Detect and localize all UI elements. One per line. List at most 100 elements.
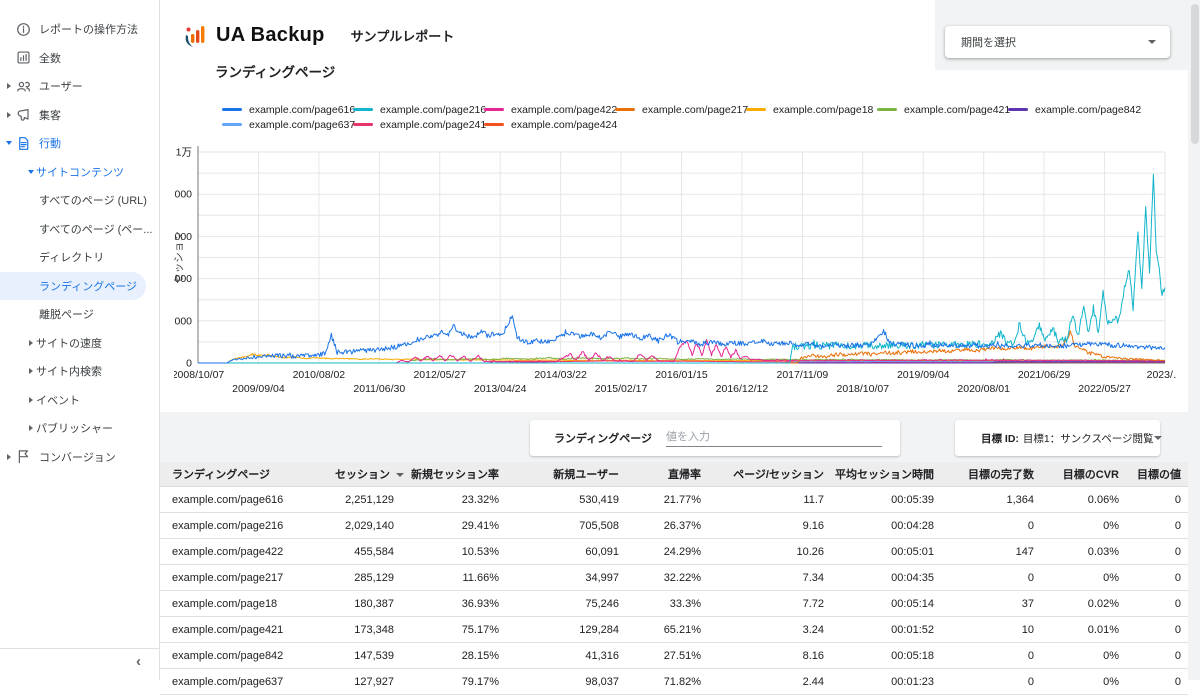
column-header[interactable]: 直帰率 bbox=[626, 462, 708, 487]
sidebar-item-landing-pages[interactable]: ランディングページ bbox=[0, 272, 146, 301]
goal-select-value: 目標1：サンクスページ閲覧 bbox=[1023, 431, 1154, 446]
scrollbar-thumb[interactable] bbox=[1191, 4, 1199, 144]
collapse-sidebar-button[interactable]: ‹ bbox=[136, 653, 141, 670]
legend-item[interactable]: example.com/page216 bbox=[353, 102, 484, 117]
sidebar-item-exit-pages[interactable]: 離脱ページ bbox=[0, 300, 159, 329]
legend-swatch bbox=[484, 123, 504, 126]
chart-section: example.com/page616example.com/page216ex… bbox=[160, 92, 1190, 412]
chevron-right-icon bbox=[26, 397, 36, 403]
column-header[interactable]: 目標の完了数 bbox=[941, 462, 1041, 487]
column-header[interactable]: ランディングページ bbox=[160, 462, 335, 487]
sidebar-item-all-pages-url[interactable]: すべてのページ (URL) bbox=[0, 186, 159, 215]
metric-cell: 11.7 bbox=[708, 487, 831, 513]
filter-label: ランディングページ bbox=[554, 430, 652, 446]
legend-item[interactable]: example.com/page421 bbox=[877, 102, 1008, 117]
sidebar-item-site-content[interactable]: サイトコンテンツ bbox=[0, 158, 159, 187]
metric-cell: 00:01:52 bbox=[831, 617, 941, 643]
landing-page-cell: example.com/page216 bbox=[160, 513, 335, 539]
svg-text:2015/02/17: 2015/02/17 bbox=[595, 383, 648, 395]
legend-item[interactable]: example.com/page241 bbox=[353, 117, 484, 132]
metric-cell: 3.24 bbox=[708, 617, 831, 643]
column-header[interactable]: 新規セッション率 bbox=[401, 462, 506, 487]
svg-text:2011/06/30: 2011/06/30 bbox=[353, 383, 405, 395]
column-header[interactable]: ページ/セッション bbox=[708, 462, 831, 487]
legend-label: example.com/page422 bbox=[511, 104, 617, 116]
chevron-down-icon bbox=[1154, 436, 1162, 440]
svg-text:2023/…: 2023/… bbox=[1147, 369, 1176, 381]
svg-text:2017/11/09: 2017/11/09 bbox=[776, 369, 828, 381]
metric-cell: 10.26 bbox=[708, 539, 831, 565]
metric-cell: 0.01% bbox=[1041, 617, 1126, 643]
metric-cell: 00:04:28 bbox=[831, 513, 941, 539]
svg-text:2016/12/12: 2016/12/12 bbox=[716, 383, 769, 395]
landing-page-cell: example.com/page18 bbox=[160, 591, 335, 617]
column-header[interactable]: 平均セッション時間 bbox=[831, 462, 941, 487]
column-header[interactable]: 目標の値 bbox=[1126, 462, 1188, 487]
metric-cell: 0.02% bbox=[1041, 591, 1126, 617]
column-header[interactable]: 目標のCVR bbox=[1041, 462, 1126, 487]
metric-cell: 11.66% bbox=[401, 565, 506, 591]
sidebar-item-events[interactable]: イベント bbox=[0, 386, 159, 415]
sidebar-footer: ‹ bbox=[0, 648, 159, 680]
sidebar-item-conversions[interactable]: コンバージョン bbox=[0, 443, 159, 472]
metric-cell: 37 bbox=[941, 591, 1041, 617]
legend-item[interactable]: example.com/page217 bbox=[615, 102, 746, 117]
sidebar-item-label: 集客 bbox=[39, 107, 61, 123]
sidebar-item-site-speed[interactable]: サイトの速度 bbox=[0, 329, 159, 358]
sidebar-item-all-pages-title[interactable]: すべてのページ (ペー... bbox=[0, 215, 159, 244]
metric-cell: 0 bbox=[1126, 539, 1188, 565]
flag-icon bbox=[16, 449, 31, 464]
sidebar-item-label: ランディングページ bbox=[39, 278, 137, 294]
metric-cell: 705,508 bbox=[506, 513, 626, 539]
legend-item[interactable]: example.com/page422 bbox=[484, 102, 615, 117]
sidebar-item-totals[interactable]: 全数 bbox=[0, 44, 159, 73]
sidebar-item-publisher[interactable]: パブリッシャー bbox=[0, 414, 159, 443]
metric-cell: 34,997 bbox=[506, 565, 626, 591]
table-row: example.com/page421173,34875.17%129,2846… bbox=[160, 617, 1188, 643]
column-header[interactable]: セッション bbox=[335, 462, 401, 487]
legend-swatch bbox=[877, 108, 897, 111]
filter-value-input[interactable] bbox=[666, 429, 882, 447]
landing-pages-table: ランディングページセッション新規セッション率新規ユーザー直帰率ページ/セッション… bbox=[160, 462, 1188, 695]
sidebar-item-users[interactable]: ユーザー bbox=[0, 72, 159, 101]
sort-desc-icon bbox=[396, 473, 404, 477]
legend-item[interactable]: example.com/page424 bbox=[484, 117, 615, 132]
legend-label: example.com/page842 bbox=[1035, 104, 1141, 116]
users-icon bbox=[16, 79, 31, 94]
landing-page-cell: example.com/page421 bbox=[160, 617, 335, 643]
landing-page-cell: example.com/page616 bbox=[160, 487, 335, 513]
sidebar-item-how-to[interactable]: レポートの操作方法 bbox=[0, 15, 159, 44]
metric-cell: 0% bbox=[1041, 669, 1126, 695]
sidebar-item-acquisition[interactable]: 集客 bbox=[0, 101, 159, 130]
chevron-right-icon bbox=[26, 340, 36, 346]
period-select[interactable]: 期間を選択 bbox=[945, 26, 1170, 58]
right-gutter bbox=[1188, 0, 1200, 680]
legend-item[interactable]: example.com/page616 bbox=[222, 102, 353, 117]
svg-text:2013/04/24: 2013/04/24 bbox=[474, 383, 527, 395]
metric-cell: 1,364 bbox=[941, 487, 1041, 513]
chevron-right-icon bbox=[26, 425, 36, 431]
legend-item[interactable]: example.com/page18 bbox=[746, 102, 877, 117]
column-header[interactable]: 新規ユーザー bbox=[506, 462, 626, 487]
sidebar-item-site-search[interactable]: サイト内検索 bbox=[0, 357, 159, 386]
filter-band: ランディングページ 目標 ID: 目標1：サンクスページ閲覧 bbox=[160, 412, 1188, 462]
goal-select[interactable]: 目標 ID: 目標1：サンクスページ閲覧 bbox=[955, 420, 1160, 456]
sidebar-item-label: イベント bbox=[36, 392, 80, 408]
sidebar-item-directory[interactable]: ディレクトリ bbox=[0, 243, 159, 272]
table-row: example.com/page6162,251,12923.32%530,41… bbox=[160, 487, 1188, 513]
metric-cell: 2,251,129 bbox=[335, 487, 401, 513]
svg-text:2009/09/04: 2009/09/04 bbox=[232, 383, 285, 395]
sidebar-item-label: 離脱ページ bbox=[39, 306, 94, 322]
legend-item[interactable]: example.com/page842 bbox=[1008, 102, 1139, 117]
legend-label: example.com/page424 bbox=[511, 119, 617, 131]
legend-item[interactable]: example.com/page637 bbox=[222, 117, 353, 132]
svg-text:2012/05/27: 2012/05/27 bbox=[413, 369, 466, 381]
metric-cell: 36.93% bbox=[401, 591, 506, 617]
svg-text:2,000: 2,000 bbox=[174, 315, 192, 327]
table-row: example.com/page422455,58410.53%60,09124… bbox=[160, 539, 1188, 565]
metric-cell: 0% bbox=[1041, 513, 1126, 539]
sidebar-item-behavior[interactable]: 行動 bbox=[0, 129, 159, 158]
metric-cell: 00:05:14 bbox=[831, 591, 941, 617]
svg-text:2010/08/02: 2010/08/02 bbox=[293, 369, 346, 381]
metric-cell: 7.72 bbox=[708, 591, 831, 617]
